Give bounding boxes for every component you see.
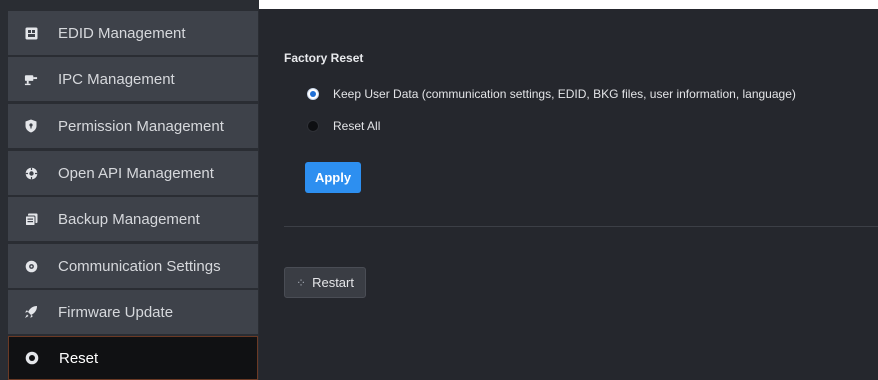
restart-button[interactable]: ⁘ Restart — [284, 267, 366, 298]
sidebar-item-ipc-management[interactable]: IPC Management — [8, 57, 258, 101]
radio-unselected-icon[interactable] — [307, 120, 319, 132]
sidebar-item-label: IPC Management — [58, 70, 175, 88]
spinner-icon: ⁘ — [296, 275, 307, 290]
reset-icon — [25, 351, 39, 365]
reset-all-option[interactable]: Reset All — [307, 118, 380, 134]
sidebar-item-label: Permission Management — [58, 117, 224, 135]
sidebar-item-label: Firmware Update — [58, 303, 174, 321]
keep-user-data-option[interactable]: Keep User Data (communication settings, … — [307, 86, 796, 102]
sidebar-item-label: Reset — [59, 349, 99, 367]
sidebar-item-edid-management[interactable]: EDID Management — [8, 11, 258, 55]
sidebar-item-label: EDID Management — [58, 24, 186, 42]
reset-all-label: Reset All — [333, 119, 381, 133]
communication-icon — [24, 259, 38, 273]
edid-icon — [24, 26, 38, 40]
factory-reset-title: Factory Reset — [284, 51, 364, 65]
sidebar-item-label: Backup Management — [58, 210, 200, 228]
sidebar-item-label: Communication Settings — [58, 257, 221, 275]
ipc-icon — [24, 72, 38, 86]
sidebar-item-firmware-update[interactable]: Firmware Update — [8, 290, 258, 334]
restart-label: Restart — [312, 275, 354, 290]
api-icon — [24, 166, 38, 180]
section-divider — [284, 226, 878, 227]
sidebar-item-reset[interactable]: Reset — [8, 336, 258, 380]
sidebar-item-permission-management[interactable]: Permission Management — [8, 104, 258, 148]
rocket-icon — [24, 305, 38, 319]
keep-user-data-label: Keep User Data (communication settings, … — [333, 87, 796, 101]
sidebar-item-communication-settings[interactable]: Communication Settings — [8, 244, 258, 288]
radio-selected-icon[interactable] — [307, 88, 319, 100]
backup-icon — [24, 212, 38, 226]
sidebar: EDID Management IPC Management Permissio… — [0, 0, 259, 380]
sidebar-item-label: Open API Management — [58, 164, 214, 182]
shield-icon — [24, 119, 38, 133]
apply-button[interactable]: Apply — [305, 162, 361, 193]
sidebar-item-backup-management[interactable]: Backup Management — [8, 197, 258, 241]
sidebar-item-open-api-management[interactable]: Open API Management — [8, 151, 258, 195]
